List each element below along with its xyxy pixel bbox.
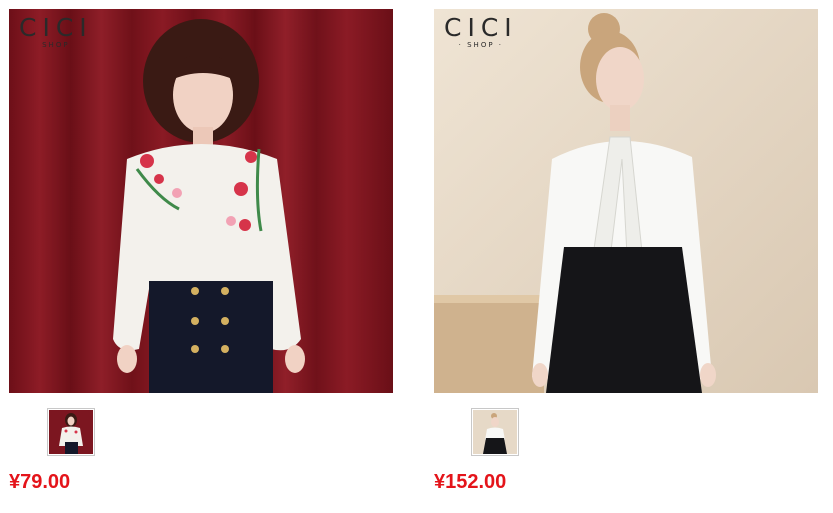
product-image-bow-blouse[interactable]: CICI · SHOP · — [434, 9, 818, 393]
product-thumbnail[interactable] — [47, 408, 95, 456]
brand-logo-sub: SHOP — [42, 41, 70, 49]
brand-logo: CICI · SHOP · — [444, 15, 518, 50]
product-thumbnail[interactable] — [471, 408, 519, 456]
product-card[interactable]: CICI SHOP ¥79.00 — [9, 9, 393, 493]
brand-logo-word: CICI — [19, 13, 93, 42]
product-price[interactable]: ¥79.00 — [9, 471, 70, 494]
thumbnail-floral-sweater-image — [49, 410, 93, 454]
model-floral-sweater-photo — [9, 9, 393, 393]
brand-logo-word: CICI — [444, 13, 518, 42]
brand-logo: CICI SHOP — [19, 15, 93, 50]
brand-logo-sub: · SHOP · — [458, 41, 503, 49]
product-card[interactable]: CICI · SHOP · ¥152.00 — [434, 9, 818, 493]
thumbnail-bow-blouse-image — [473, 410, 517, 454]
product-image-floral-sweater[interactable]: CICI SHOP — [9, 9, 393, 393]
model-bow-blouse-photo — [434, 9, 818, 393]
product-price[interactable]: ¥152.00 — [434, 471, 506, 494]
